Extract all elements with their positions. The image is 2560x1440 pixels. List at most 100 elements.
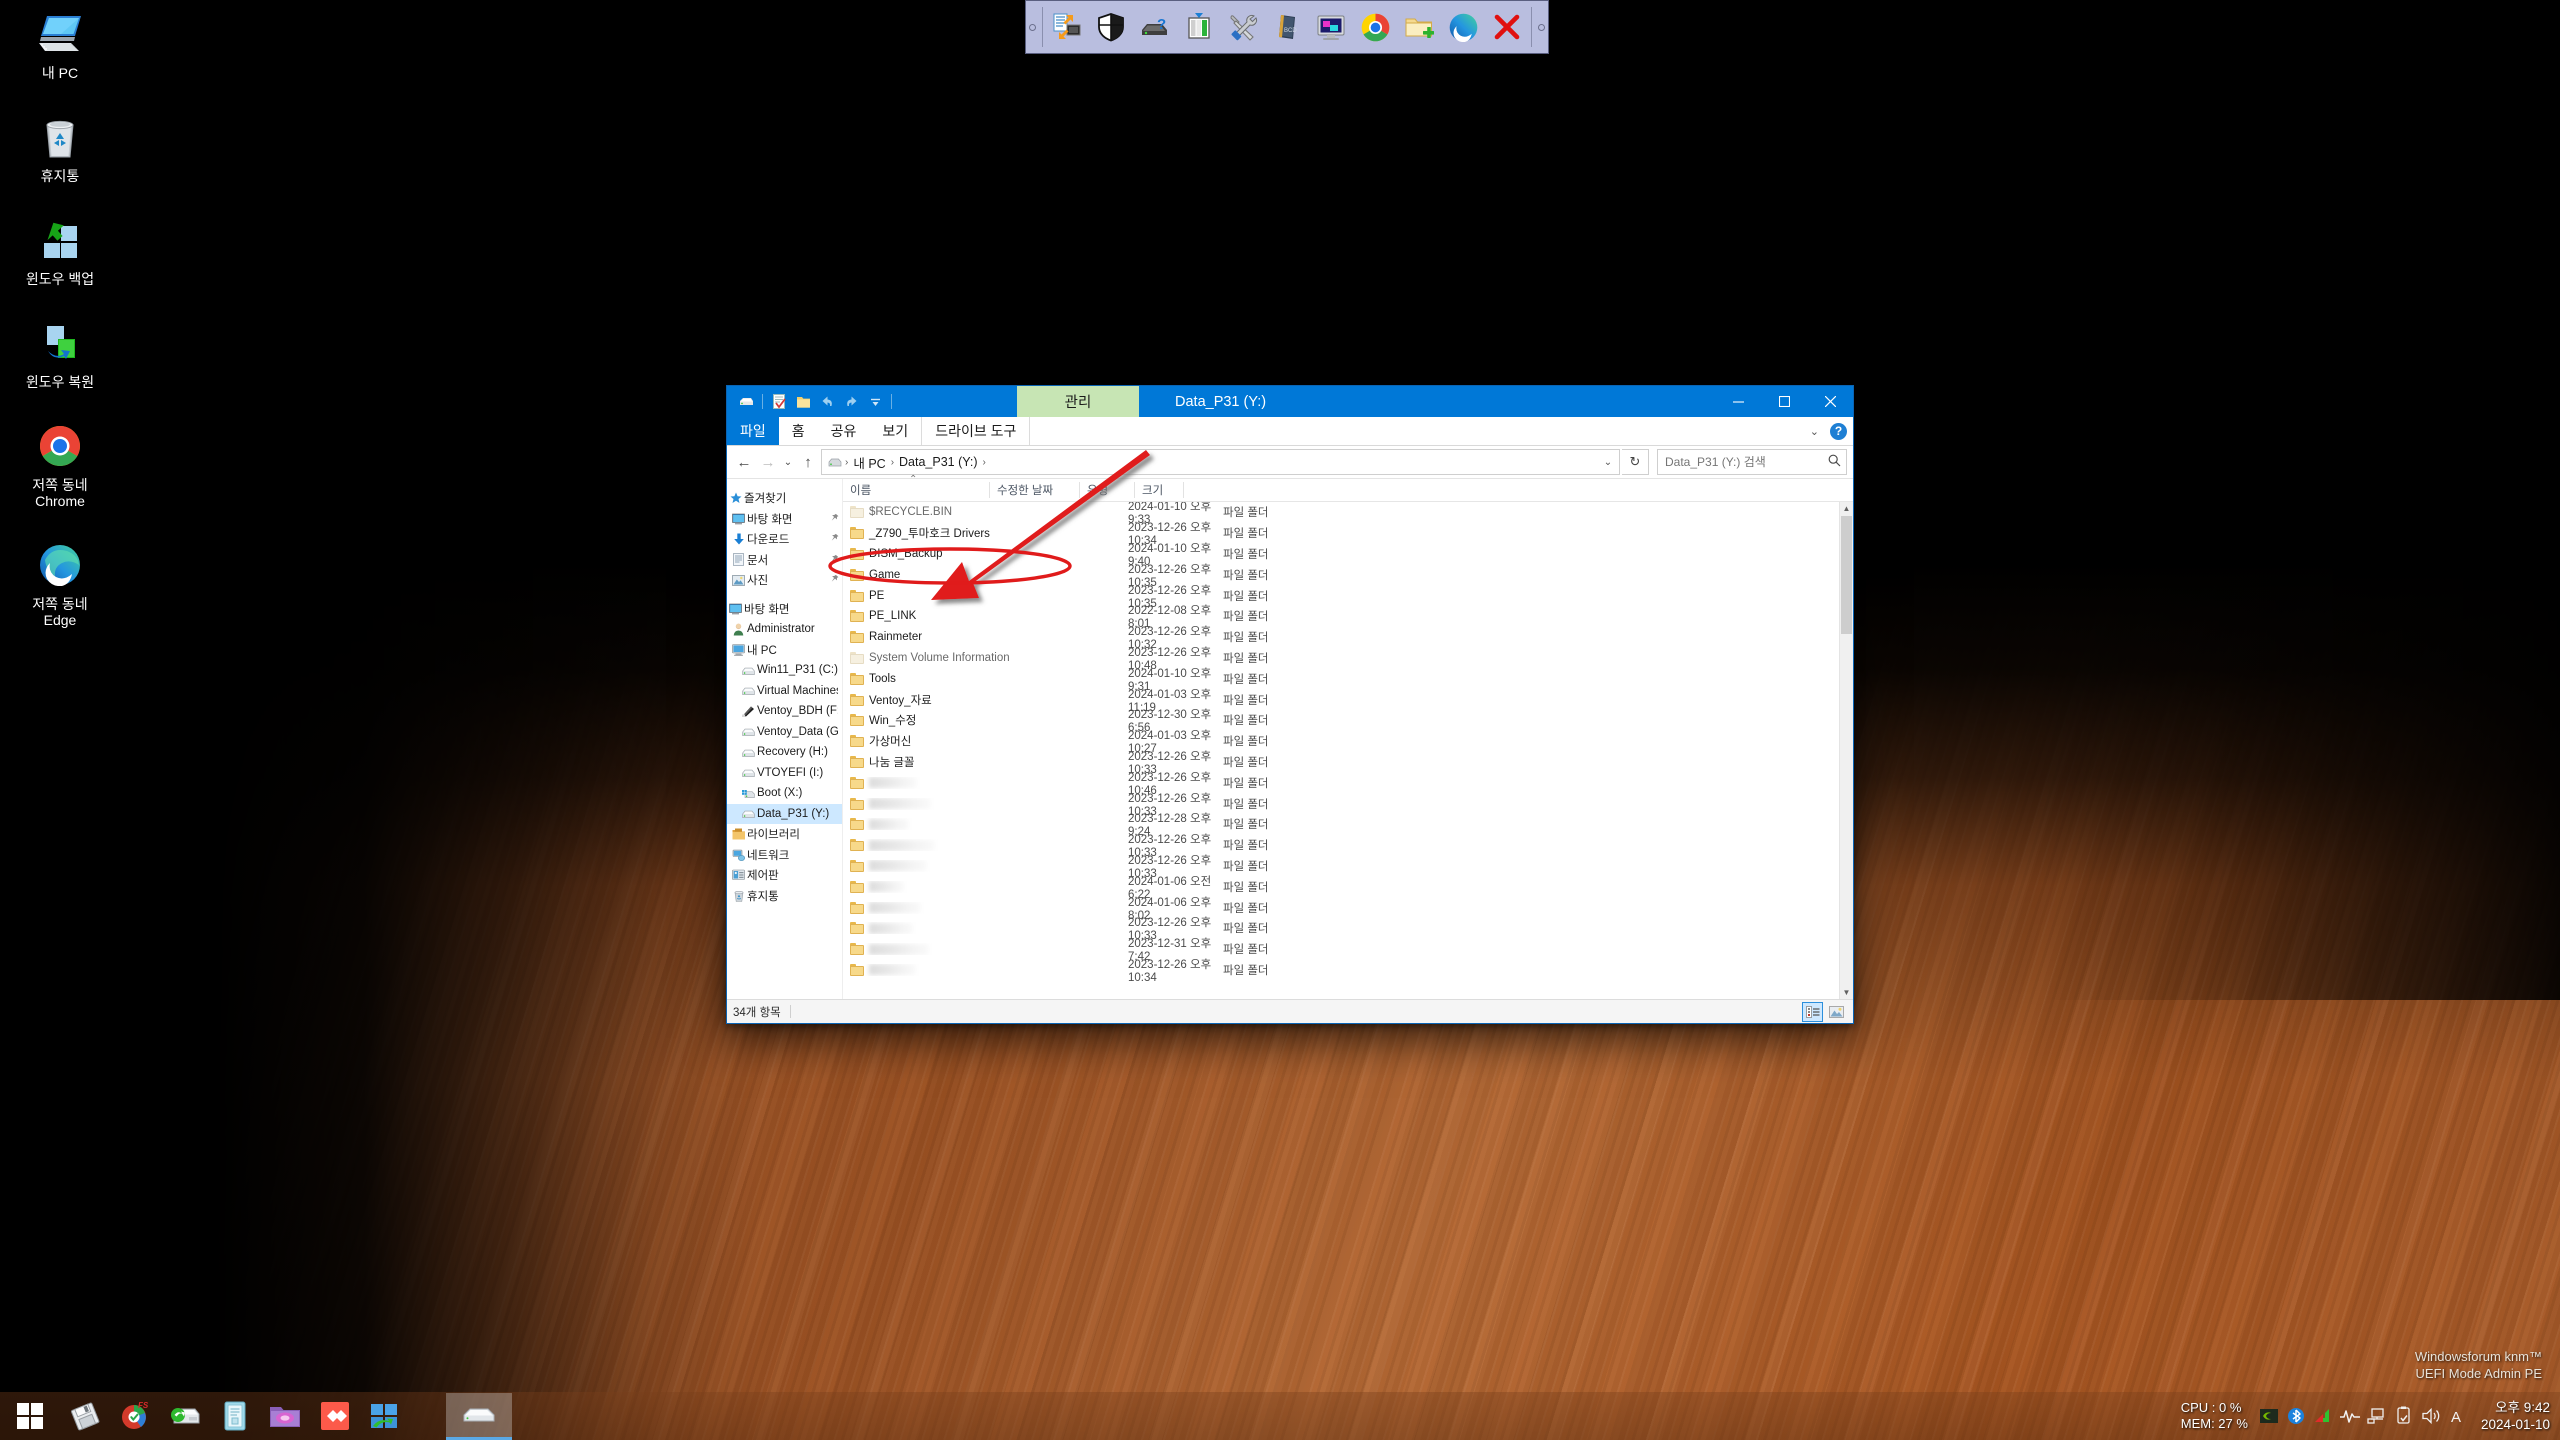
file-name-cell[interactable] — [843, 818, 1128, 831]
file-name-cell[interactable] — [843, 963, 1128, 976]
customize-icon[interactable] — [864, 391, 886, 413]
forward-button[interactable]: → — [757, 450, 779, 474]
nav-item-data-p31-y-[interactable]: Data_P31 (Y:) — [727, 803, 842, 824]
media-folder-icon[interactable] — [260, 1392, 310, 1440]
nav-item-바탕-화면[interactable]: 바탕 화면 — [727, 599, 842, 620]
usb-eject-icon[interactable] — [2391, 1392, 2418, 1440]
nvidia-icon[interactable] — [2256, 1392, 2283, 1440]
breadcrumb[interactable]: › 내 PC › Data_P31 (Y:) › ⌄ — [821, 449, 1620, 475]
file-name-cell[interactable]: System Volume Information — [843, 651, 1128, 664]
nav-item-내-pc[interactable]: 내 PC — [727, 640, 842, 661]
nav-item-boot-x-[interactable]: Boot (X:) — [727, 783, 842, 804]
new-folder-icon[interactable] — [1397, 4, 1441, 50]
desktop-icon-windows-backup[interactable]: 윈도우 백업 — [0, 214, 120, 287]
clock[interactable]: 오후 9:42 2024-01-10 — [2481, 1399, 2550, 1433]
disk-help-icon[interactable]: ? — [1133, 4, 1177, 50]
view-mode-buttons[interactable] — [1802, 1002, 1847, 1022]
new-folder-icon[interactable] — [792, 391, 814, 413]
search-icon[interactable] — [1828, 454, 1841, 470]
nav-item-문서[interactable]: 문서 — [727, 550, 842, 571]
table-row[interactable]: PE 2023-12-26 오후 10:35 파일 폴더 — [843, 585, 1853, 610]
nav-item-win11-p31-c-[interactable]: Win11_P31 (C:) — [727, 660, 842, 681]
table-row[interactable]: 2023-12-26 오후 10:33 파일 폴더 — [843, 917, 1853, 942]
chrome-icon[interactable] — [1353, 4, 1397, 50]
scroll-up-button[interactable]: ▲ — [1840, 502, 1853, 515]
tab-drive-tools[interactable]: 드라이브 도구 — [921, 417, 1031, 445]
nav-item-즐겨찾기[interactable]: 즐겨찾기 — [727, 488, 842, 509]
search-box[interactable] — [1657, 449, 1847, 475]
desktop-icon-recycle-bin[interactable]: 휴지통 — [0, 111, 120, 184]
scrollbar-thumb[interactable] — [1841, 516, 1852, 634]
table-row[interactable]: 2023-12-26 오후 10:34 파일 폴더 — [843, 959, 1853, 984]
partition-wizard-icon[interactable]: FS — [110, 1392, 160, 1440]
vertical-scrollbar[interactable]: ▲ ▼ — [1839, 502, 1853, 999]
help-icon[interactable]: ? — [1830, 422, 1847, 440]
quick-access-toolbar[interactable] — [727, 391, 895, 413]
nav-item-다운로드[interactable]: 다운로드 — [727, 529, 842, 550]
drive-icon[interactable] — [735, 391, 757, 413]
large-icons-view-icon[interactable] — [1826, 1002, 1847, 1022]
table-row[interactable]: 2023-12-26 오후 10:33 파일 폴더 — [843, 793, 1853, 818]
file-name-cell[interactable]: Ventoy_자료 — [843, 692, 1128, 708]
pin-icon[interactable] — [826, 573, 841, 588]
file-name-cell[interactable] — [843, 859, 1128, 872]
nav-item-제어판[interactable]: 제어판 — [727, 865, 842, 886]
file-name-cell[interactable]: DISM_Backup — [843, 547, 1128, 560]
window-controls[interactable] — [1715, 386, 1853, 417]
refresh-button[interactable]: ↻ — [1622, 449, 1649, 475]
partition-icon[interactable] — [1177, 4, 1221, 50]
nav-item-휴지통[interactable]: 휴지통 — [727, 886, 842, 907]
network-icon[interactable] — [2364, 1392, 2391, 1440]
close-button[interactable] — [1807, 386, 1853, 417]
file-rows[interactable]: $RECYCLE.BIN 2024-01-10 오후 9:33 파일 폴더 _Z790… — [843, 502, 1853, 999]
file-name-cell[interactable] — [843, 943, 1128, 956]
file-name-cell[interactable] — [843, 901, 1128, 914]
navigation-pane[interactable]: 즐겨찾기 바탕 화면 다운로드 문서 사진 바탕 화면 Administrator 내 PC W… — [727, 479, 843, 999]
file-name-cell[interactable] — [843, 922, 1128, 935]
display-icon[interactable] — [1309, 4, 1353, 50]
column-header-row[interactable]: 이름 ⌃ 수정한 날짜 유형 크기 — [843, 474, 1853, 502]
redo-icon[interactable] — [840, 391, 862, 413]
notes-icon[interactable] — [210, 1392, 260, 1440]
minimize-button[interactable] — [1715, 386, 1761, 417]
taskbar-task-explorer[interactable] — [446, 1392, 512, 1440]
back-button[interactable]: ← — [733, 450, 755, 474]
remote-desktop-icon[interactable] — [1045, 4, 1089, 50]
table-row[interactable]: 2024-01-06 오후 8:02 파일 폴더 — [843, 897, 1853, 922]
tab-view[interactable]: 보기 — [869, 417, 921, 445]
file-name-cell[interactable]: Game — [843, 568, 1128, 581]
table-row[interactable]: DISM_Backup 2024-01-10 오후 9:40 파일 폴더 — [843, 543, 1853, 568]
nav-item-네트워크[interactable]: 네트워크 — [727, 845, 842, 866]
table-row[interactable]: $RECYCLE.BIN 2024-01-10 오후 9:33 파일 폴더 — [843, 502, 1853, 526]
table-row[interactable]: 2023-12-28 오후 9:24 파일 폴더 — [843, 813, 1853, 838]
notebook-icon[interactable]: BCD — [1265, 4, 1309, 50]
nav-item-ventoy-data-g-[interactable]: Ventoy_Data (G:) — [727, 722, 842, 743]
table-row[interactable]: 2023-12-26 오후 10:33 파일 폴더 — [843, 834, 1853, 859]
search-input[interactable] — [1663, 454, 1828, 470]
up-button[interactable]: ↑ — [797, 450, 819, 474]
heartbeat-icon[interactable] — [2337, 1392, 2364, 1440]
file-name-cell[interactable]: 가상머신 — [843, 733, 1128, 749]
desktop-icon-chrome[interactable]: 저쪽 동네 Chrome — [0, 420, 120, 509]
toolbar-grip-right[interactable] — [1534, 1, 1548, 53]
table-row[interactable]: Rainmeter 2023-12-26 오후 10:32 파일 폴더 — [843, 626, 1853, 651]
tab-share[interactable]: 공유 — [818, 417, 870, 445]
ime-icon[interactable]: A — [2445, 1392, 2472, 1440]
title-bar[interactable]: 관리 Data_P31 (Y:) — [727, 386, 1853, 417]
table-row[interactable]: System Volume Information 2023-12-26 오후 1… — [843, 647, 1853, 672]
file-name-cell[interactable]: 나눔 글꼴 — [843, 754, 1128, 770]
floating-toolbar[interactable]: ? BCD — [1025, 0, 1549, 54]
table-row[interactable]: Game 2023-12-26 오후 10:35 파일 폴더 — [843, 564, 1853, 589]
recent-locations-button[interactable]: ⌄ — [781, 450, 795, 474]
table-row[interactable]: PE_LINK 2022-12-08 오후 8:01 파일 폴더 — [843, 605, 1853, 630]
desktop-icon-windows-restore[interactable]: 윈도우 복원 — [0, 317, 120, 390]
table-row[interactable]: 가상머신 2024-01-03 오후 10:27 파일 폴더 — [843, 730, 1853, 755]
table-row[interactable]: Ventoy_자료 2024-01-03 오후 11:19 파일 폴더 — [843, 689, 1853, 714]
amd-icon[interactable] — [2310, 1392, 2337, 1440]
volume-icon[interactable] — [2418, 1392, 2445, 1440]
edge-icon[interactable] — [1441, 4, 1485, 50]
properties-icon[interactable] — [768, 391, 790, 413]
contextual-tab-manage[interactable]: 관리 — [1017, 386, 1139, 417]
column-header-type[interactable]: 유형 — [1080, 479, 1135, 501]
file-name-cell[interactable]: _Z790_투마호크 Drivers — [843, 525, 1128, 541]
